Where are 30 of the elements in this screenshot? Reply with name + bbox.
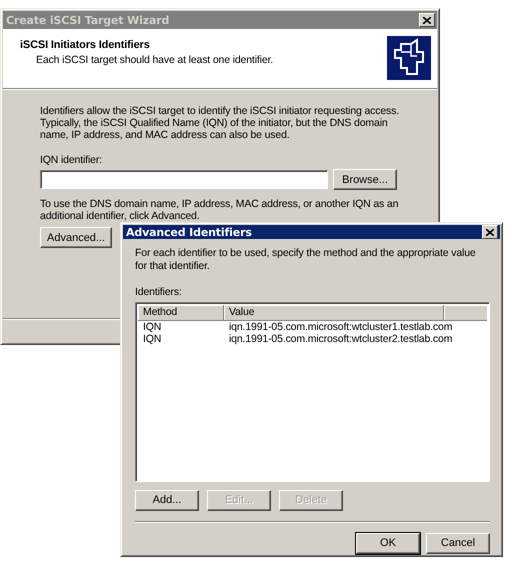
identifiers-label: Identifiers: xyxy=(135,286,183,299)
advanced-button[interactable]: Advanced... xyxy=(40,227,112,248)
window-title: Create iSCSI Target Wizard xyxy=(6,14,170,26)
dialog-button[interactable]: Cancel xyxy=(426,533,490,554)
column-header[interactable]: Value xyxy=(224,305,444,321)
dialog-title: Advanced Identifiers xyxy=(126,226,252,238)
identifiers-list[interactable]: Method Value IQN iqn.1991-05.com.microsoft:wtcluster1.testlab.com IQN iqn.1991-05.com.microsoft:wtcluster2.testlab.com xyxy=(135,302,490,482)
column-header[interactable]: Method xyxy=(138,305,224,321)
browse-button[interactable]: Browse... xyxy=(333,169,397,190)
iqn-label: IQN identifier: xyxy=(40,154,103,166)
close-button[interactable] xyxy=(482,225,498,239)
advanced-hint: To use the DNS domain name, IP address, MAC address, or another IQN as an additional identifier, click Advanced. xyxy=(40,198,400,222)
intro-text: Identifiers allow the iSCSI target to identify the iSCSI initiator requesting access. Typically, the iSCSI Qualified Name (IQN) of the initiator, but the DNS domain name, IP address, and MAC address can also be used. xyxy=(40,105,400,141)
close-icon xyxy=(486,228,494,236)
instructions-text: For each identifier to be used, specify the method and the appropriate value for that identifier. xyxy=(135,247,477,273)
close-button[interactable] xyxy=(419,13,435,27)
identifier-row[interactable]: IQN iqn.1991-05.com.microsoft:wtcluster2.testlab.com xyxy=(138,333,487,345)
identifier-row[interactable]: IQN iqn.1991-05.com.microsoft:wtcluster1.testlab.com xyxy=(138,321,487,333)
method-cell-text: IQN xyxy=(142,321,162,333)
iqn-field[interactable] xyxy=(40,170,328,189)
value-cell-text: iqn.1991-05.com.microsoft:wtcluster1.testlab.com xyxy=(228,321,454,333)
value-cell-text: iqn.1991-05.com.microsoft:wtcluster2.testlab.com xyxy=(228,333,454,345)
page-title: iSCSI Initiators Identifiers xyxy=(20,39,151,51)
column-header xyxy=(444,305,487,321)
dialog-button[interactable]: OK xyxy=(356,533,420,554)
close-icon xyxy=(423,16,431,24)
list-button[interactable]: Add... xyxy=(135,490,199,511)
puzzle-icon xyxy=(387,36,431,80)
page-subtitle: Each iSCSI target should have at least one identifier. xyxy=(36,54,274,66)
method-cell-text: IQN xyxy=(142,333,162,345)
